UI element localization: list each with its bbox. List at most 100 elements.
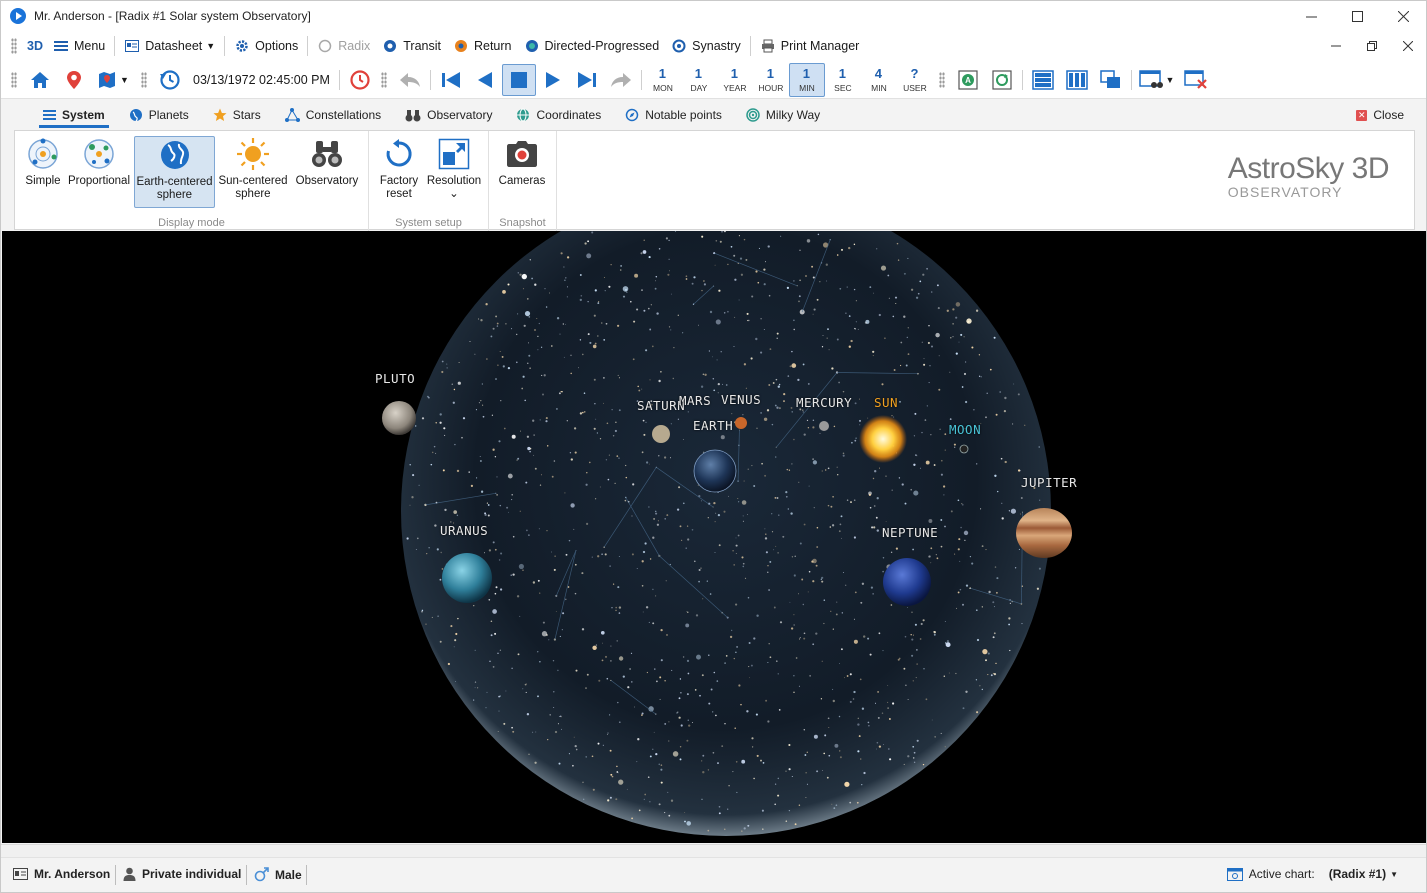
tab-constellations[interactable]: Constellations	[273, 100, 393, 130]
previous-button[interactable]	[468, 64, 502, 96]
location-button[interactable]	[57, 64, 91, 96]
maximize-button[interactable]	[1334, 1, 1380, 31]
earth-centered-sphere-button[interactable]: Earth-centered sphere	[134, 136, 215, 208]
step-hour-button[interactable]: 1 HOUR	[753, 63, 789, 97]
step-4min-button[interactable]: 4 MIN	[861, 63, 897, 97]
status-gender[interactable]: Male	[254, 867, 302, 882]
redo-button[interactable]	[604, 64, 638, 96]
active-chart-selector[interactable]: Active chart: (Radix #1) ▼	[1226, 867, 1398, 881]
mdi-close-button[interactable]	[1390, 31, 1426, 61]
jupiter-planet[interactable]	[1016, 508, 1072, 558]
grip-icon[interactable]	[938, 71, 945, 88]
mdi-restore-button[interactable]	[1354, 31, 1390, 61]
star	[873, 505, 876, 507]
grip-icon[interactable]	[11, 71, 17, 88]
star	[717, 392, 719, 394]
datetime-display[interactable]: 03/13/1972 02:45:00 PM	[187, 73, 336, 87]
chevron-down-icon: ⌄	[449, 188, 459, 200]
window-list-button[interactable]: ▼	[1135, 64, 1179, 96]
mercury-planet[interactable]	[819, 421, 829, 431]
home-button[interactable]	[23, 64, 57, 96]
star	[963, 530, 969, 536]
factory-reset-button[interactable]: Factory reset	[375, 136, 423, 208]
history-button[interactable]	[153, 64, 187, 96]
step-second-button[interactable]: 1 SEC	[825, 63, 861, 97]
print-manager-button[interactable]: Print Manager	[754, 34, 866, 58]
uranus-planet[interactable]	[442, 553, 492, 603]
cascade-button[interactable]	[1094, 64, 1128, 96]
proportional-mode-button[interactable]: Proportional	[67, 136, 131, 208]
step-minute-button[interactable]: 1 MIN	[788, 62, 825, 97]
last-button[interactable]	[570, 64, 604, 96]
radix-button[interactable]: Radix	[311, 34, 376, 58]
pluto-planet[interactable]	[382, 401, 416, 435]
sun-centered-sphere-button[interactable]: Sun-centered sphere	[218, 136, 288, 208]
star	[685, 547, 687, 549]
star	[826, 776, 829, 779]
grip-icon[interactable]	[141, 71, 147, 88]
tab-coordinates[interactable]: Coordinates	[504, 100, 613, 130]
button-label: Sun-centered	[218, 175, 288, 187]
directed-progressed-button[interactable]: Directed-Progressed	[518, 34, 666, 58]
first-button[interactable]	[434, 64, 468, 96]
aspect-button[interactable]: A	[951, 64, 985, 96]
horizontal-scrollbar[interactable]	[1, 845, 1426, 858]
mars-planet[interactable]	[735, 417, 747, 429]
star	[799, 279, 801, 282]
moon-body[interactable]	[959, 444, 969, 454]
step-month-button[interactable]: 1 MON	[645, 63, 681, 97]
refresh-button[interactable]	[985, 64, 1019, 96]
resolution-button[interactable]: Resolution ⌄	[425, 136, 483, 208]
star	[782, 535, 785, 538]
observatory-mode-button[interactable]: Observatory	[292, 136, 362, 208]
star	[537, 651, 539, 653]
now-button[interactable]	[343, 64, 377, 96]
star	[751, 746, 754, 748]
tab-observatory[interactable]: Observatory	[393, 100, 504, 130]
star	[719, 240, 722, 243]
datasheet-menu[interactable]: Datasheet ▼	[118, 34, 221, 58]
undo-button[interactable]	[393, 64, 427, 96]
options-button[interactable]: Options	[228, 34, 304, 58]
star	[716, 359, 718, 361]
status-person[interactable]: Mr. Anderson	[13, 867, 110, 881]
step-day-button[interactable]: 1 DAY	[681, 63, 717, 97]
star	[827, 467, 830, 470]
step-user-button[interactable]: ? USER	[897, 63, 933, 97]
layout-columns-button[interactable]	[1060, 64, 1094, 96]
minimize-button[interactable]	[1288, 1, 1334, 31]
tab-notable-points[interactable]: Notable points	[613, 100, 734, 130]
map-button[interactable]: ▼	[91, 64, 135, 96]
sun-star[interactable]	[859, 415, 907, 463]
tab-stars[interactable]: Stars	[201, 100, 273, 130]
star	[723, 510, 726, 513]
tab-milky-way[interactable]: Milky Way	[734, 100, 832, 130]
sky-viewport[interactable]: PLUTO SATURN MARS VENUS EARTH MERCURY SU…	[2, 231, 1426, 843]
synastry-button[interactable]: Synastry	[665, 34, 747, 58]
layout-rows-button[interactable]	[1026, 64, 1060, 96]
star	[911, 654, 914, 657]
ribbon-close-button[interactable]: ✕ Close	[1356, 100, 1404, 130]
play-button[interactable]	[536, 64, 570, 96]
mdi-minimize-button[interactable]	[1318, 31, 1354, 61]
earth-planet[interactable]	[693, 449, 737, 493]
celestial-sphere[interactable]	[2, 231, 1426, 843]
return-button[interactable]: Return	[447, 34, 518, 58]
neptune-planet[interactable]	[883, 558, 931, 606]
grip-icon[interactable]	[380, 71, 387, 88]
logo-3d[interactable]: 3D	[23, 34, 47, 58]
close-window-button[interactable]	[1179, 64, 1213, 96]
status-type[interactable]: Private individual	[123, 867, 241, 881]
step-year-button[interactable]: 1 YEAR	[717, 63, 753, 97]
tab-system[interactable]: System	[31, 100, 117, 130]
tab-planets[interactable]: Planets	[117, 100, 201, 130]
cameras-button[interactable]: Cameras	[495, 136, 549, 208]
star	[641, 560, 644, 563]
stop-button[interactable]	[501, 63, 536, 96]
close-button[interactable]	[1380, 1, 1426, 31]
saturn-planet[interactable]	[652, 425, 670, 443]
grip-icon[interactable]	[11, 38, 17, 54]
menu-button[interactable]: Menu	[47, 34, 111, 58]
transit-button[interactable]: Transit	[376, 34, 447, 58]
simple-mode-button[interactable]: Simple	[21, 136, 65, 208]
